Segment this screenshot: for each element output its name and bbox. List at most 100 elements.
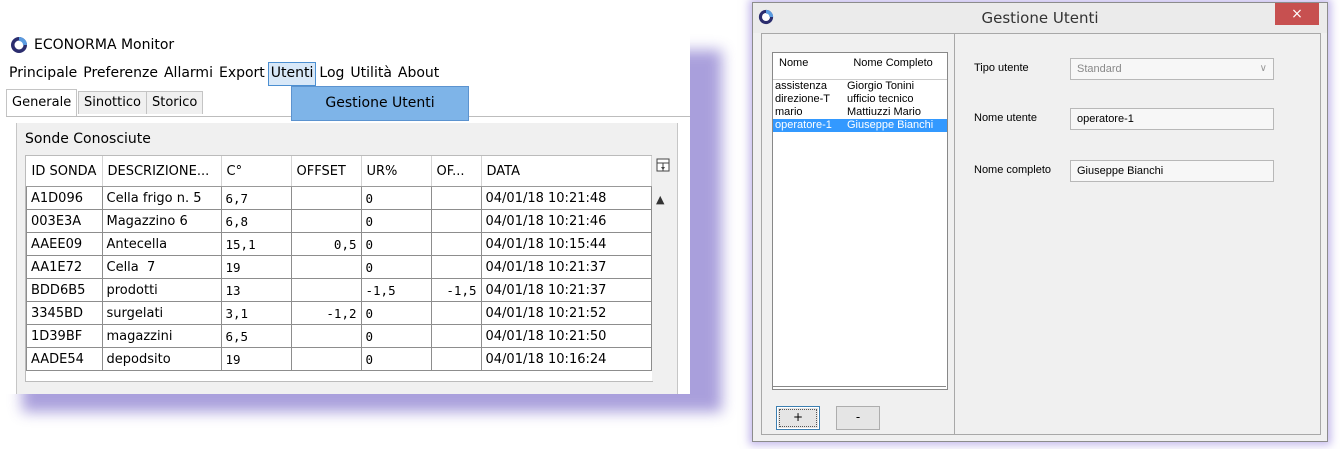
menu-utilita[interactable]: Utilità	[347, 62, 394, 86]
column-header-temperature[interactable]: C°	[221, 156, 292, 187]
cell-data: 04/01/18 10:21:48	[480, 186, 652, 210]
cell-offset-ur: -1,5	[430, 278, 482, 302]
user-name: assistenza	[775, 80, 827, 92]
list-item-selected[interactable]: operatore-1 Giuseppe Bianchi	[773, 119, 947, 132]
user-name: direzione-T	[775, 93, 831, 105]
cell-descrizione: Cella 7	[101, 255, 222, 279]
cell-id: AA1E72	[26, 255, 103, 279]
scroll-up-icon[interactable]: ▲	[656, 193, 664, 206]
cell-data: 04/01/18 10:21:52	[480, 301, 652, 325]
column-header-descrizione[interactable]: DESCRIZIONE...	[102, 156, 222, 187]
tab-generale[interactable]: Generale	[6, 89, 78, 116]
cell-id: 1D39BF	[26, 324, 103, 348]
tipo-utente-combo[interactable]: Standard ∨	[1070, 58, 1274, 80]
table-row[interactable]: AA1E72 Cella 7 19 0 04/01/18 10:21:37	[26, 255, 652, 279]
table-row[interactable]: 003E3A Magazzino 6 6,8 0 04/01/18 10:21:…	[26, 209, 652, 233]
cell-ur: 0	[360, 186, 432, 210]
column-header-offset[interactable]: OFFSET	[291, 156, 362, 187]
cell-offset	[290, 209, 362, 233]
dialog-title-bar[interactable]: Gestione Utenti ×	[753, 3, 1327, 33]
cell-offset-ur	[430, 255, 482, 279]
cell-offset	[290, 255, 362, 279]
list-item[interactable]: direzione-T ufficio tecnico	[773, 93, 947, 106]
cell-id: 3345BD	[26, 301, 103, 325]
cell-ur: -1,5	[360, 278, 432, 302]
cell-data: 04/01/18 10:21:37	[480, 255, 652, 279]
menu-log[interactable]: Log	[316, 62, 347, 86]
cell-id: 003E3A	[26, 209, 103, 233]
gestione-utenti-dialog: Gestione Utenti × Nome Nome Completo ass…	[752, 2, 1328, 442]
nome-completo-field[interactable]: Giuseppe Bianchi	[1070, 160, 1274, 182]
dialog-body: Nome Nome Completo assistenza Giorgio To…	[761, 33, 1321, 435]
menu-allarmi[interactable]: Allarmi	[161, 62, 216, 86]
tab-storico[interactable]: Storico	[146, 91, 204, 114]
cell-ur: 0	[360, 232, 432, 256]
table-row[interactable]: AAEE09 Antecella 15,1 0,5 0 04/01/18 10:…	[26, 232, 652, 256]
column-header-ur[interactable]: UR%	[361, 156, 432, 187]
cell-offset	[290, 324, 362, 348]
menu-about[interactable]: About	[395, 62, 442, 86]
cell-ur: 0	[360, 255, 432, 279]
cell-ur: 0	[360, 324, 432, 348]
table-row[interactable]: 1D39BF magazzini 6,5 0 04/01/18 10:21:50	[26, 324, 652, 348]
tab-sinottico[interactable]: Sinottico	[78, 91, 147, 114]
cell-temperature: 15,1	[220, 232, 292, 256]
cell-offset: -1,2	[290, 301, 362, 325]
column-header-data[interactable]: DATA	[481, 156, 652, 187]
table-row[interactable]: 3345BD surgelati 3,1 -1,2 0 04/01/18 10:…	[26, 301, 652, 325]
combo-arrow-icon: ∨	[1259, 63, 1267, 74]
add-user-button[interactable]: +	[776, 406, 820, 430]
divider	[772, 386, 946, 387]
cell-id: BDD6B5	[26, 278, 103, 302]
cell-descrizione: Cella frigo n. 5	[101, 186, 222, 210]
close-button[interactable]: ×	[1275, 3, 1319, 25]
cell-offset	[290, 347, 362, 371]
cell-descrizione: Antecella	[101, 232, 222, 256]
cell-descrizione: prodotti	[101, 278, 222, 302]
cell-temperature: 13	[220, 278, 292, 302]
nome-completo-label: Nome completo	[974, 164, 1052, 176]
cell-ur: 0	[360, 347, 432, 371]
user-name: operatore-1	[775, 119, 832, 131]
menu-bar: Principale Preferenze Allarmi Export Ute…	[6, 62, 442, 86]
cell-id: AAEE09	[26, 232, 103, 256]
list-item[interactable]: mario Mattiuzzi Mario	[773, 106, 947, 119]
list-header-nome-completo[interactable]: Nome Completo	[847, 53, 947, 79]
table-row[interactable]: BDD6B5 prodotti 13 -1,5 -1,5 04/01/18 10…	[26, 278, 652, 302]
column-header-id[interactable]: ID SONDA	[26, 156, 103, 187]
cell-temperature: 6,5	[220, 324, 292, 348]
cell-descrizione: Magazzino 6	[101, 209, 222, 233]
cell-offset-ur	[430, 347, 482, 371]
cell-offset-ur	[430, 186, 482, 210]
menu-preferenze[interactable]: Preferenze	[80, 62, 161, 86]
remove-user-button[interactable]: -	[836, 406, 880, 430]
menu-item-gestione-utenti[interactable]: Gestione Utenti	[291, 86, 469, 121]
table-row[interactable]: A1D096 Cella frigo n. 5 6,7 0 04/01/18 1…	[26, 186, 652, 210]
user-list-header: Nome Nome Completo	[773, 53, 947, 80]
cell-offset-ur	[430, 324, 482, 348]
menu-export[interactable]: Export	[216, 62, 268, 86]
cell-temperature: 6,8	[220, 209, 292, 233]
list-item[interactable]: assistenza Giorgio Tonini	[773, 80, 947, 93]
cell-temperature: 3,1	[220, 301, 292, 325]
user-list[interactable]: Nome Nome Completo assistenza Giorgio To…	[772, 52, 948, 390]
probes-grid[interactable]: ID SONDA DESCRIZIONE... C° OFFSET UR% OF…	[25, 155, 653, 382]
tipo-utente-label: Tipo utente	[974, 62, 1029, 74]
menu-principale[interactable]: Principale	[6, 62, 80, 86]
monitor-window: ECONORMA Monitor Principale Preferenze A…	[6, 30, 690, 394]
user-name: mario	[775, 106, 803, 118]
nome-utente-field[interactable]: operatore-1	[1070, 108, 1274, 130]
grid-header-row: ID SONDA DESCRIZIONE... C° OFFSET UR% OF…	[26, 156, 652, 187]
menu-utenti[interactable]: Utenti	[267, 62, 317, 86]
cell-offset	[290, 278, 362, 302]
cell-ur: 0	[360, 209, 432, 233]
list-header-nome[interactable]: Nome	[773, 53, 847, 79]
column-header-offset-ur[interactable]: OF...	[431, 156, 482, 187]
user-full-name: Giorgio Tonini	[847, 80, 915, 92]
cell-temperature: 19	[220, 255, 292, 279]
table-row[interactable]: AADE54 depodsito 19 0 04/01/18 10:16:24	[26, 347, 652, 371]
cell-id: AADE54	[26, 347, 103, 371]
app-logo-icon	[758, 9, 774, 25]
cell-temperature: 19	[220, 347, 292, 371]
column-chooser-icon[interactable]	[655, 158, 671, 176]
